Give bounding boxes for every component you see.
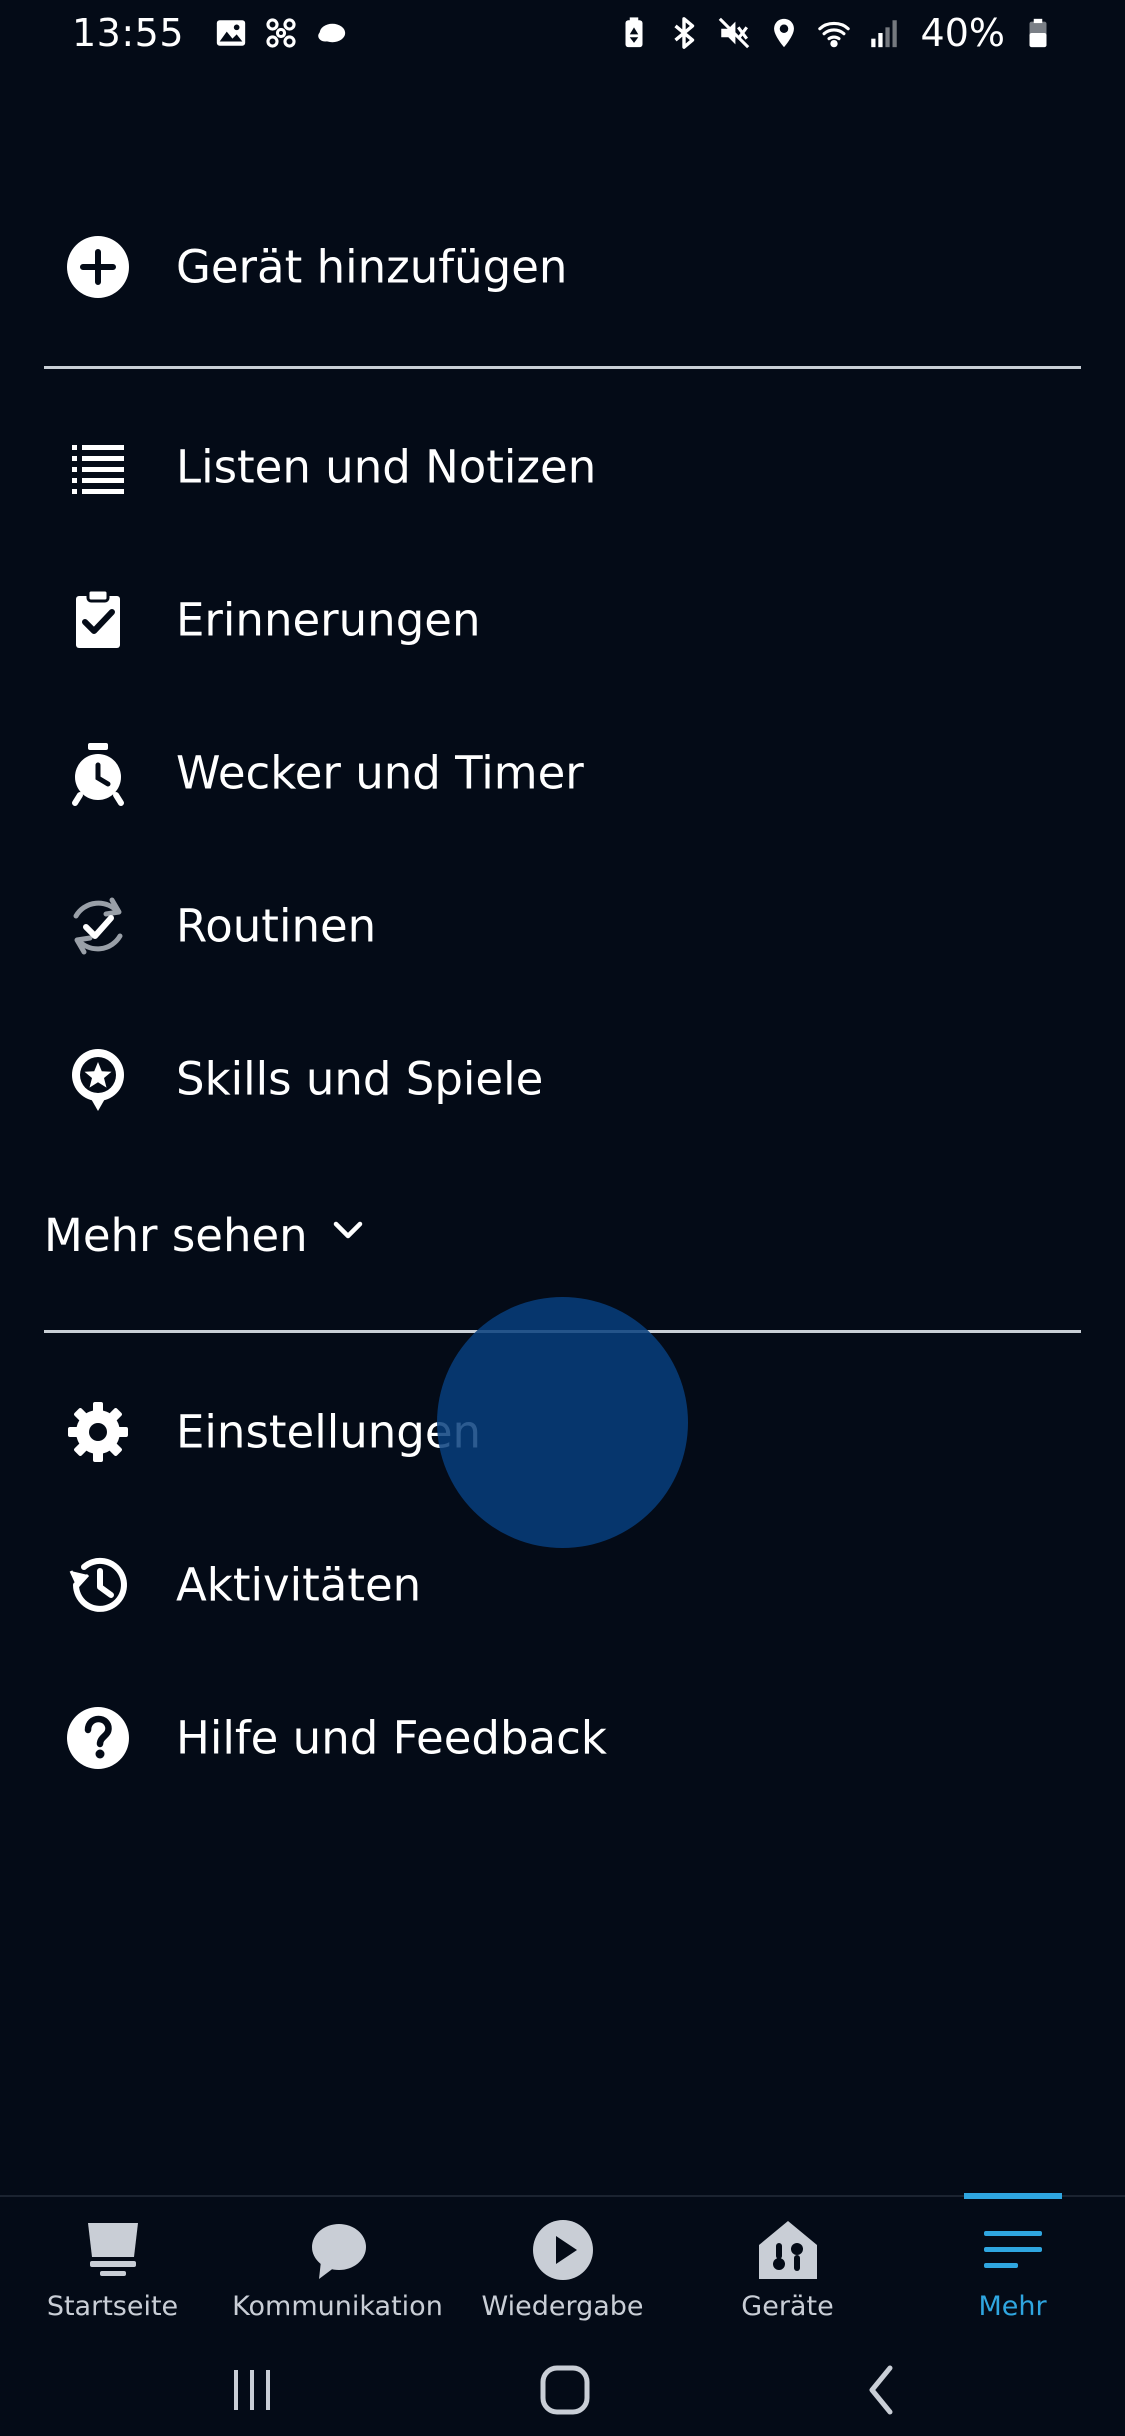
status-bar: 13:55 40%: [0, 0, 1125, 66]
menu-item-label: Wecker und Timer: [176, 746, 584, 800]
routine-icon: [62, 890, 134, 962]
nav-item-home[interactable]: Startseite: [0, 2197, 225, 2327]
chat-bubble-icon: [305, 2217, 371, 2283]
status-left: 13:55: [72, 11, 348, 55]
location-icon: [767, 16, 801, 50]
recent-apps-icon: [234, 2370, 270, 2410]
wifi-icon: [817, 16, 851, 50]
see-more-link[interactable]: Mehr sehen: [44, 1200, 370, 1270]
plus-circle-icon: [62, 231, 134, 303]
menu-item-reminders[interactable]: Erinnerungen: [0, 550, 1125, 690]
menu-item-label: Listen und Notizen: [176, 440, 597, 494]
battery-percentage: 40%: [920, 11, 1005, 55]
back-arrow-icon: [869, 2365, 893, 2415]
gallery-icon: [214, 16, 248, 50]
menu-item-label: Skills und Spiele: [176, 1052, 544, 1106]
history-icon: [62, 1549, 134, 1621]
alarm-clock-icon: [62, 737, 134, 809]
devices-house-icon: [755, 2217, 821, 2283]
menu-item-label: Erinnerungen: [176, 593, 481, 647]
back-button[interactable]: [842, 2350, 922, 2430]
menu-item-label: Hilfe und Feedback: [176, 1711, 607, 1765]
battery-saver-icon: [617, 16, 651, 50]
home-button[interactable]: [525, 2350, 605, 2430]
recent-apps-button[interactable]: [212, 2350, 292, 2430]
gear-icon: [62, 1396, 134, 1468]
signal-icon: [867, 16, 901, 50]
nav-label: Mehr: [978, 2291, 1047, 2322]
clipboard-check-icon: [62, 584, 134, 656]
divider: [44, 366, 1081, 369]
menu-item-alarms-timers[interactable]: Wecker und Timer: [0, 703, 1125, 843]
star-bubble-icon: [62, 1043, 134, 1115]
menu-lines-icon: [980, 2217, 1046, 2283]
menu-item-routines[interactable]: Routinen: [0, 856, 1125, 996]
see-more-label: Mehr sehen: [44, 1208, 308, 1262]
cloud-icon: [314, 16, 348, 50]
menu-item-skills-games[interactable]: Skills und Spiele: [0, 1009, 1125, 1149]
status-time: 13:55: [72, 11, 185, 55]
menu-item-help[interactable]: Hilfe und Feedback: [0, 1668, 1125, 1808]
nav-item-devices[interactable]: Geräte: [675, 2197, 900, 2327]
nav-label: Wiedergabe: [481, 2291, 644, 2322]
nav-item-more[interactable]: Mehr: [900, 2197, 1125, 2327]
screen: 13:55 40% Gerät hinzufügen Listen und No…: [0, 0, 1125, 2436]
home-circle-icon: [540, 2365, 590, 2415]
play-icon: [530, 2217, 596, 2283]
menu-item-add-device[interactable]: Gerät hinzufügen: [0, 197, 1125, 337]
bottom-nav: Startseite Kommunikation Wiedergabe Gerä…: [0, 2193, 1125, 2327]
menu-item-label: Aktivitäten: [176, 1558, 422, 1612]
touch-indicator: [437, 1297, 688, 1548]
nav-label: Geräte: [741, 2291, 834, 2322]
menu-item-label: Routinen: [176, 899, 377, 953]
status-right: 40%: [617, 11, 1055, 55]
chevron-down-icon: [326, 1208, 370, 1263]
fan-icon: [264, 16, 298, 50]
bluetooth-icon: [667, 16, 701, 50]
mute-icon: [717, 16, 751, 50]
nav-label: Kommunikation: [232, 2291, 443, 2322]
menu-item-label: Einstellungen: [176, 1405, 482, 1459]
battery-icon: [1021, 16, 1055, 50]
nav-label: Startseite: [46, 2291, 179, 2322]
menu-item-label: Gerät hinzufügen: [176, 240, 568, 294]
list-icon: [62, 431, 134, 503]
help-icon: [62, 1702, 134, 1774]
system-nav-bar: [0, 2340, 1125, 2436]
home-icon: [80, 2217, 146, 2283]
menu-item-lists[interactable]: Listen und Notizen: [0, 397, 1125, 537]
nav-item-play[interactable]: Wiedergabe: [450, 2197, 675, 2327]
nav-item-communication[interactable]: Kommunikation: [225, 2197, 450, 2327]
